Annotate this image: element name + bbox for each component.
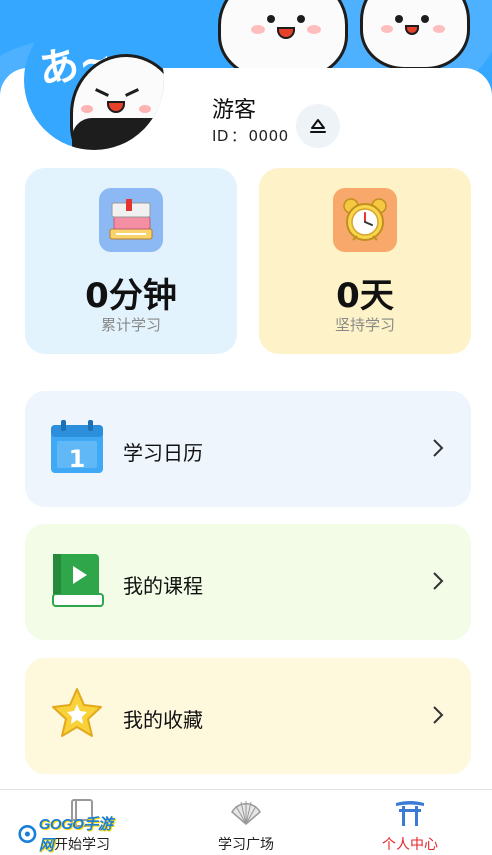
calendar-icon: 1: [51, 420, 103, 473]
fan-icon: [231, 801, 261, 825]
watermark-text: GOGO手游网: [38, 816, 113, 854]
menu-label: 我的收藏: [123, 708, 203, 732]
tab-label: 学习广场: [218, 837, 274, 853]
user-name: 游客: [212, 98, 257, 123]
course-book-icon: [52, 554, 104, 607]
menu-item-my-favorites[interactable]: 我的收藏: [25, 658, 471, 774]
menu-label: 学习日历: [123, 441, 203, 465]
mascot-illustration: [360, 0, 470, 70]
stat-value: 0分钟: [85, 276, 177, 316]
edit-profile-button[interactable]: [296, 104, 340, 148]
stat-value: 0天: [336, 276, 394, 316]
menu-label: 我的课程: [123, 574, 203, 598]
books-icon: [99, 188, 163, 252]
tab-learning-plaza[interactable]: 学习广场: [164, 790, 328, 855]
menu-item-my-courses[interactable]: 我的课程: [25, 524, 471, 640]
torii-gate-icon: [396, 801, 424, 826]
chevron-right-icon: [433, 572, 444, 590]
star-icon: [52, 688, 102, 737]
edit-icon: [310, 119, 326, 133]
user-id-separator: ：: [230, 127, 247, 145]
stat-card-streak: 0天 坚持学习: [259, 168, 471, 354]
avatar[interactable]: あ~: [24, 10, 164, 150]
menu-item-study-calendar[interactable]: 1 学习日历: [25, 391, 471, 507]
watermark-icon: [18, 825, 37, 843]
alarm-clock-icon: [333, 188, 397, 252]
stat-label: 累计学习: [100, 316, 161, 334]
tab-personal-center[interactable]: 个人中心: [328, 790, 492, 855]
chevron-right-icon: [433, 439, 444, 457]
calendar-icon-day: 1: [69, 445, 86, 473]
stat-card-total-time: 0分钟 累计学习: [25, 168, 237, 354]
stat-label: 坚持学习: [334, 316, 395, 334]
user-id-value: 0000: [248, 127, 289, 145]
mascot-body: [72, 118, 164, 150]
user-id: ID： 0000: [212, 125, 289, 146]
watermark-logo: GOGO手游网: [18, 816, 114, 854]
chevron-right-icon: [433, 706, 444, 724]
user-id-label: ID: [212, 127, 229, 145]
tab-label: 个人中心: [382, 837, 438, 853]
